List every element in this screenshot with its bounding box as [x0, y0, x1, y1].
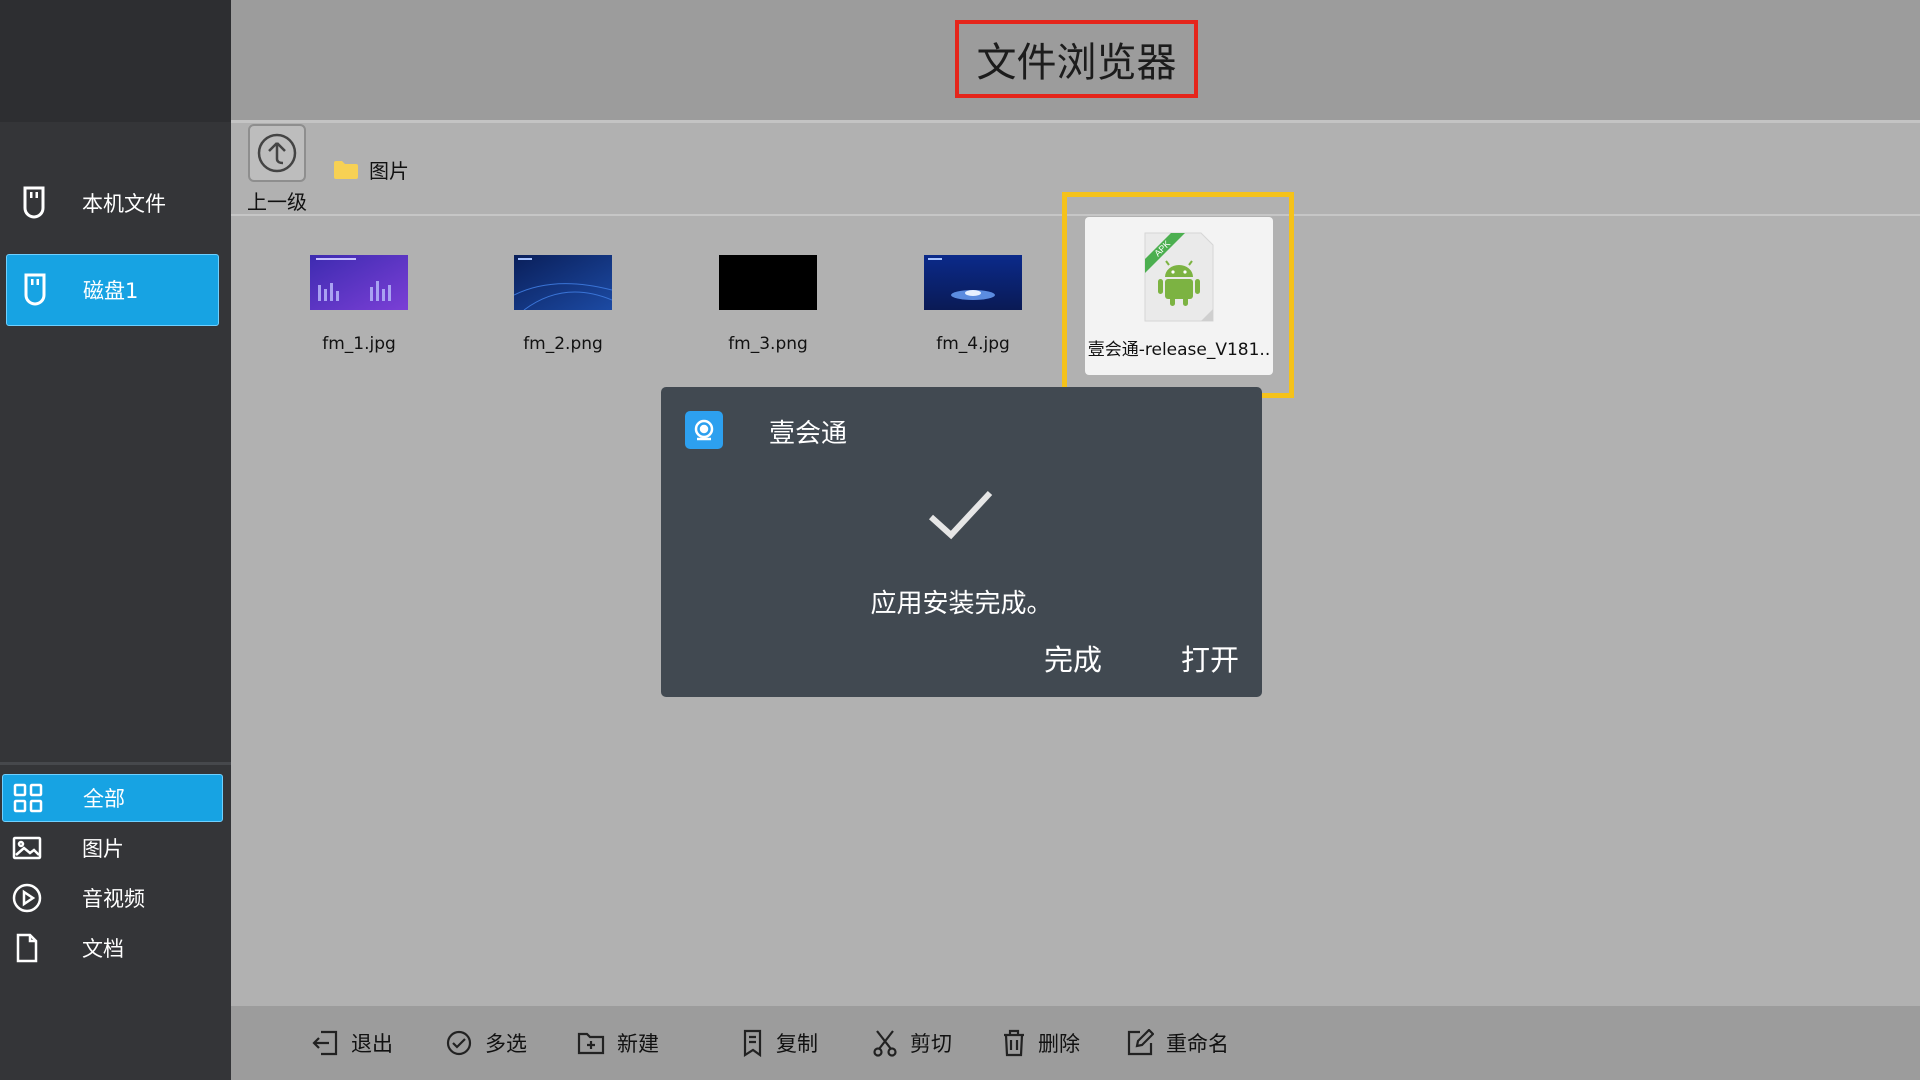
document-icon: [10, 933, 44, 963]
category-images[interactable]: 图片: [2, 824, 223, 872]
checkmark-icon: [926, 487, 996, 547]
multi-select-button[interactable]: 多选: [445, 1006, 527, 1080]
category-label: 文档: [82, 937, 124, 961]
trash-icon: [1002, 1029, 1026, 1057]
file-item[interactable]: fm_4.jpg: [893, 255, 1053, 354]
sidebar-header: [0, 0, 231, 122]
file-name: fm_3.png: [728, 334, 808, 354]
category-media[interactable]: 音视频: [2, 874, 223, 922]
sidebar-item-disk1[interactable]: 磁盘1: [6, 254, 219, 326]
file-thumbnail: [513, 255, 613, 311]
file-item[interactable]: fm_2.png: [483, 255, 643, 354]
copy-icon: [740, 1029, 764, 1057]
android-apk-icon: APK: [1135, 229, 1221, 329]
file-name: fm_4.jpg: [936, 334, 1010, 354]
sidebar-item-label: 本机文件: [82, 192, 166, 216]
category-all[interactable]: 全部: [2, 774, 223, 822]
file-item[interactable]: fm_1.jpg: [279, 255, 439, 354]
install-complete-dialog: 壹会通 应用安装完成。 完成 打开: [661, 387, 1262, 697]
file-thumbnail: [310, 255, 408, 310]
sidebar-item-local-files[interactable]: 本机文件: [6, 167, 219, 239]
arrow-up-icon: [255, 131, 299, 175]
category-label: 全部: [83, 787, 125, 811]
cut-button[interactable]: 剪切: [872, 1006, 952, 1080]
apk-file-item[interactable]: APK 壹会通-release_V181..: [1085, 217, 1273, 375]
rename-button[interactable]: 重命名: [1126, 1006, 1229, 1080]
grid-icon: [11, 783, 45, 813]
toolbar-label: 复制: [776, 1032, 818, 1056]
copy-button[interactable]: 复制: [740, 1006, 818, 1080]
header-divider: [231, 120, 1920, 123]
exit-button[interactable]: 退出: [311, 1006, 393, 1080]
delete-button[interactable]: 删除: [1002, 1006, 1080, 1080]
file-thumbnail: [719, 255, 817, 310]
exit-icon: [311, 1030, 339, 1056]
play-icon: [10, 882, 44, 914]
scissors-icon: [872, 1029, 898, 1057]
folder-icon: [333, 160, 359, 180]
check-circle-icon: [445, 1029, 473, 1057]
app-icon: [685, 411, 723, 449]
file-name: fm_1.jpg: [322, 334, 396, 354]
image-icon: [10, 836, 44, 860]
usb-drive-icon: [14, 186, 54, 220]
up-level-label[interactable]: 上一级: [247, 186, 307, 215]
breadcrumb-label: 图片: [369, 159, 409, 183]
category-documents[interactable]: 文档: [2, 924, 223, 972]
toolbar-label: 剪切: [910, 1032, 952, 1056]
edit-icon: [1126, 1029, 1154, 1057]
toolbar-label: 重命名: [1166, 1032, 1229, 1056]
up-level-button[interactable]: [248, 124, 306, 182]
breadcrumb[interactable]: 图片: [333, 155, 409, 184]
toolbar-label: 新建: [617, 1032, 659, 1056]
new-folder-icon: [577, 1031, 605, 1055]
path-divider: [231, 214, 1920, 216]
bottom-toolbar: 退出 多选 新建 复制 剪切 删除 重命名: [231, 1006, 1920, 1080]
usb-drive-icon: [15, 273, 55, 307]
dialog-title: 壹会通: [769, 419, 848, 449]
sidebar-item-label: 磁盘1: [83, 279, 139, 303]
toolbar-label: 删除: [1038, 1032, 1080, 1056]
file-thumbnail: [924, 255, 1022, 310]
dialog-message: 应用安装完成。: [870, 589, 1053, 619]
page-title: 文件浏览器: [955, 20, 1198, 98]
file-name: 壹会通-release_V181..: [1087, 340, 1271, 360]
category-label: 音视频: [82, 887, 145, 911]
sidebar: 本机文件 磁盘1 全部 图片 音视频 文档: [0, 0, 231, 1080]
toolbar-label: 多选: [485, 1032, 527, 1056]
done-button[interactable]: 完成: [1044, 637, 1102, 679]
open-button[interactable]: 打开: [1181, 637, 1239, 679]
sidebar-divider: [0, 762, 231, 765]
file-name: fm_2.png: [523, 334, 603, 354]
toolbar-label: 退出: [351, 1032, 393, 1056]
category-label: 图片: [82, 837, 124, 861]
file-item[interactable]: fm_3.png: [688, 255, 848, 354]
new-folder-button[interactable]: 新建: [577, 1006, 659, 1080]
